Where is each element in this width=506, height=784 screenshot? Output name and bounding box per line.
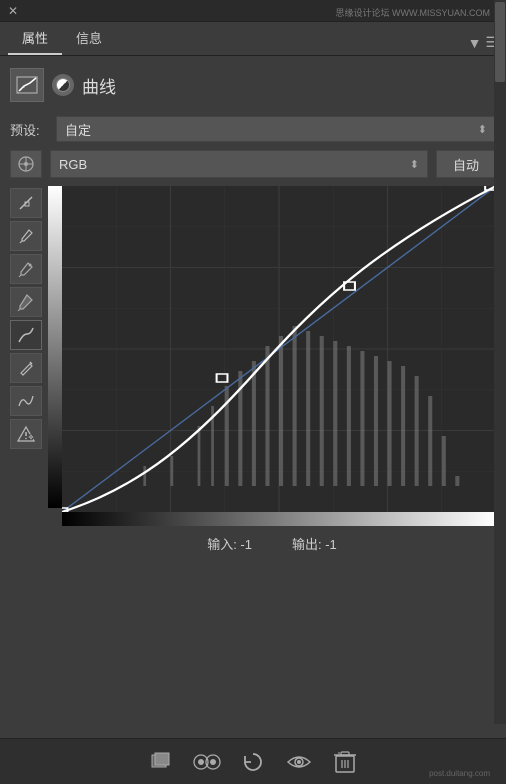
watermark: 思缘设计论坛 WWW.MISSYUAN.COM [336, 6, 491, 19]
adjustment-layer-icon [10, 68, 44, 102]
tool-point-icon [17, 194, 35, 212]
channel-arrow-icon: ⬍ [410, 158, 419, 171]
curves-panel: 曲线 预设: 自定 ⬍ RGB ⬍ 自动 [0, 56, 506, 561]
gradient-bar-bottom [62, 512, 496, 526]
channel-row: RGB ⬍ 自动 [10, 150, 496, 178]
tab-bar: 属性 信息 ▼ ☰ [0, 22, 506, 56]
layers-svg [149, 750, 173, 774]
eye-circles-svg [193, 752, 221, 772]
output-label: 输出: -1 [292, 534, 337, 553]
delete-icon[interactable] [331, 748, 359, 776]
tool-point-btn[interactable] [10, 188, 42, 218]
smooth-icon [17, 392, 35, 410]
scrollbar[interactable] [494, 0, 506, 724]
tool-smooth-btn[interactable] [10, 386, 42, 416]
title-bar: ✕ 思缘设计论坛 WWW.MISSYUAN.COM [0, 0, 506, 22]
curves-icon-svg [16, 76, 38, 94]
preset-label: 预设: [10, 120, 48, 139]
gradient-bar-left [48, 186, 62, 508]
eyedropper1-icon [17, 227, 35, 245]
panel-title: 曲线 [82, 73, 116, 98]
curve-container[interactable] [48, 186, 496, 526]
curve-wrapper [48, 186, 496, 526]
tab-properties[interactable]: 属性 [8, 22, 62, 55]
eyedropper2-icon [17, 260, 35, 278]
history-icon[interactable] [239, 748, 267, 776]
tool-eyedropper3-btn[interactable] [10, 287, 42, 317]
bottom-watermark: post.duitang.com [429, 769, 490, 778]
preset-arrow-icon: ⬍ [478, 123, 487, 136]
close-button[interactable]: ✕ [6, 4, 20, 18]
visibility-svg [286, 752, 312, 772]
layers-icon[interactable] [147, 748, 175, 776]
tool-eyedropper2-btn[interactable] [10, 254, 42, 284]
pencil-icon [17, 359, 35, 377]
tab-info[interactable]: 信息 [62, 22, 116, 55]
preset-value: 自定 [65, 120, 91, 139]
target-icon-svg [17, 155, 35, 173]
curve-edit-icon [17, 326, 35, 344]
tool-curve-btn[interactable] [10, 320, 42, 350]
visibility-icon[interactable] [285, 748, 313, 776]
eye-circles-icon[interactable] [193, 748, 221, 776]
panel-header: 曲线 [10, 64, 496, 106]
trash-svg [334, 750, 356, 774]
bottom-toolbar: post.duitang.com [0, 738, 506, 784]
channel-value: RGB [59, 157, 87, 172]
preset-select[interactable]: 自定 ⬍ [56, 116, 496, 142]
tool-eyedropper1-btn[interactable] [10, 221, 42, 251]
curve-canvas[interactable] [62, 186, 496, 512]
tool-pencil-btn[interactable] [10, 353, 42, 383]
tool-warning-btn[interactable] [10, 419, 42, 449]
scrollbar-thumb[interactable] [495, 2, 505, 82]
channel-select[interactable]: RGB ⬍ [50, 150, 428, 178]
tools-column [10, 186, 42, 526]
eyedropper3-icon [17, 293, 35, 311]
preset-row: 预设: 自定 ⬍ [10, 116, 496, 142]
io-row: 输入: -1 输出: -1 [10, 534, 496, 553]
channel-adjust-icon[interactable] [10, 150, 42, 178]
curve-svg [62, 186, 496, 512]
panel-arrow-icon[interactable]: ▼ [468, 35, 482, 51]
warning-icon [17, 425, 35, 443]
auto-button[interactable]: 自动 [436, 150, 496, 178]
circle-icon [52, 74, 74, 96]
history-svg [241, 750, 265, 774]
curve-area [10, 186, 496, 526]
input-label: 输入: -1 [207, 534, 252, 553]
